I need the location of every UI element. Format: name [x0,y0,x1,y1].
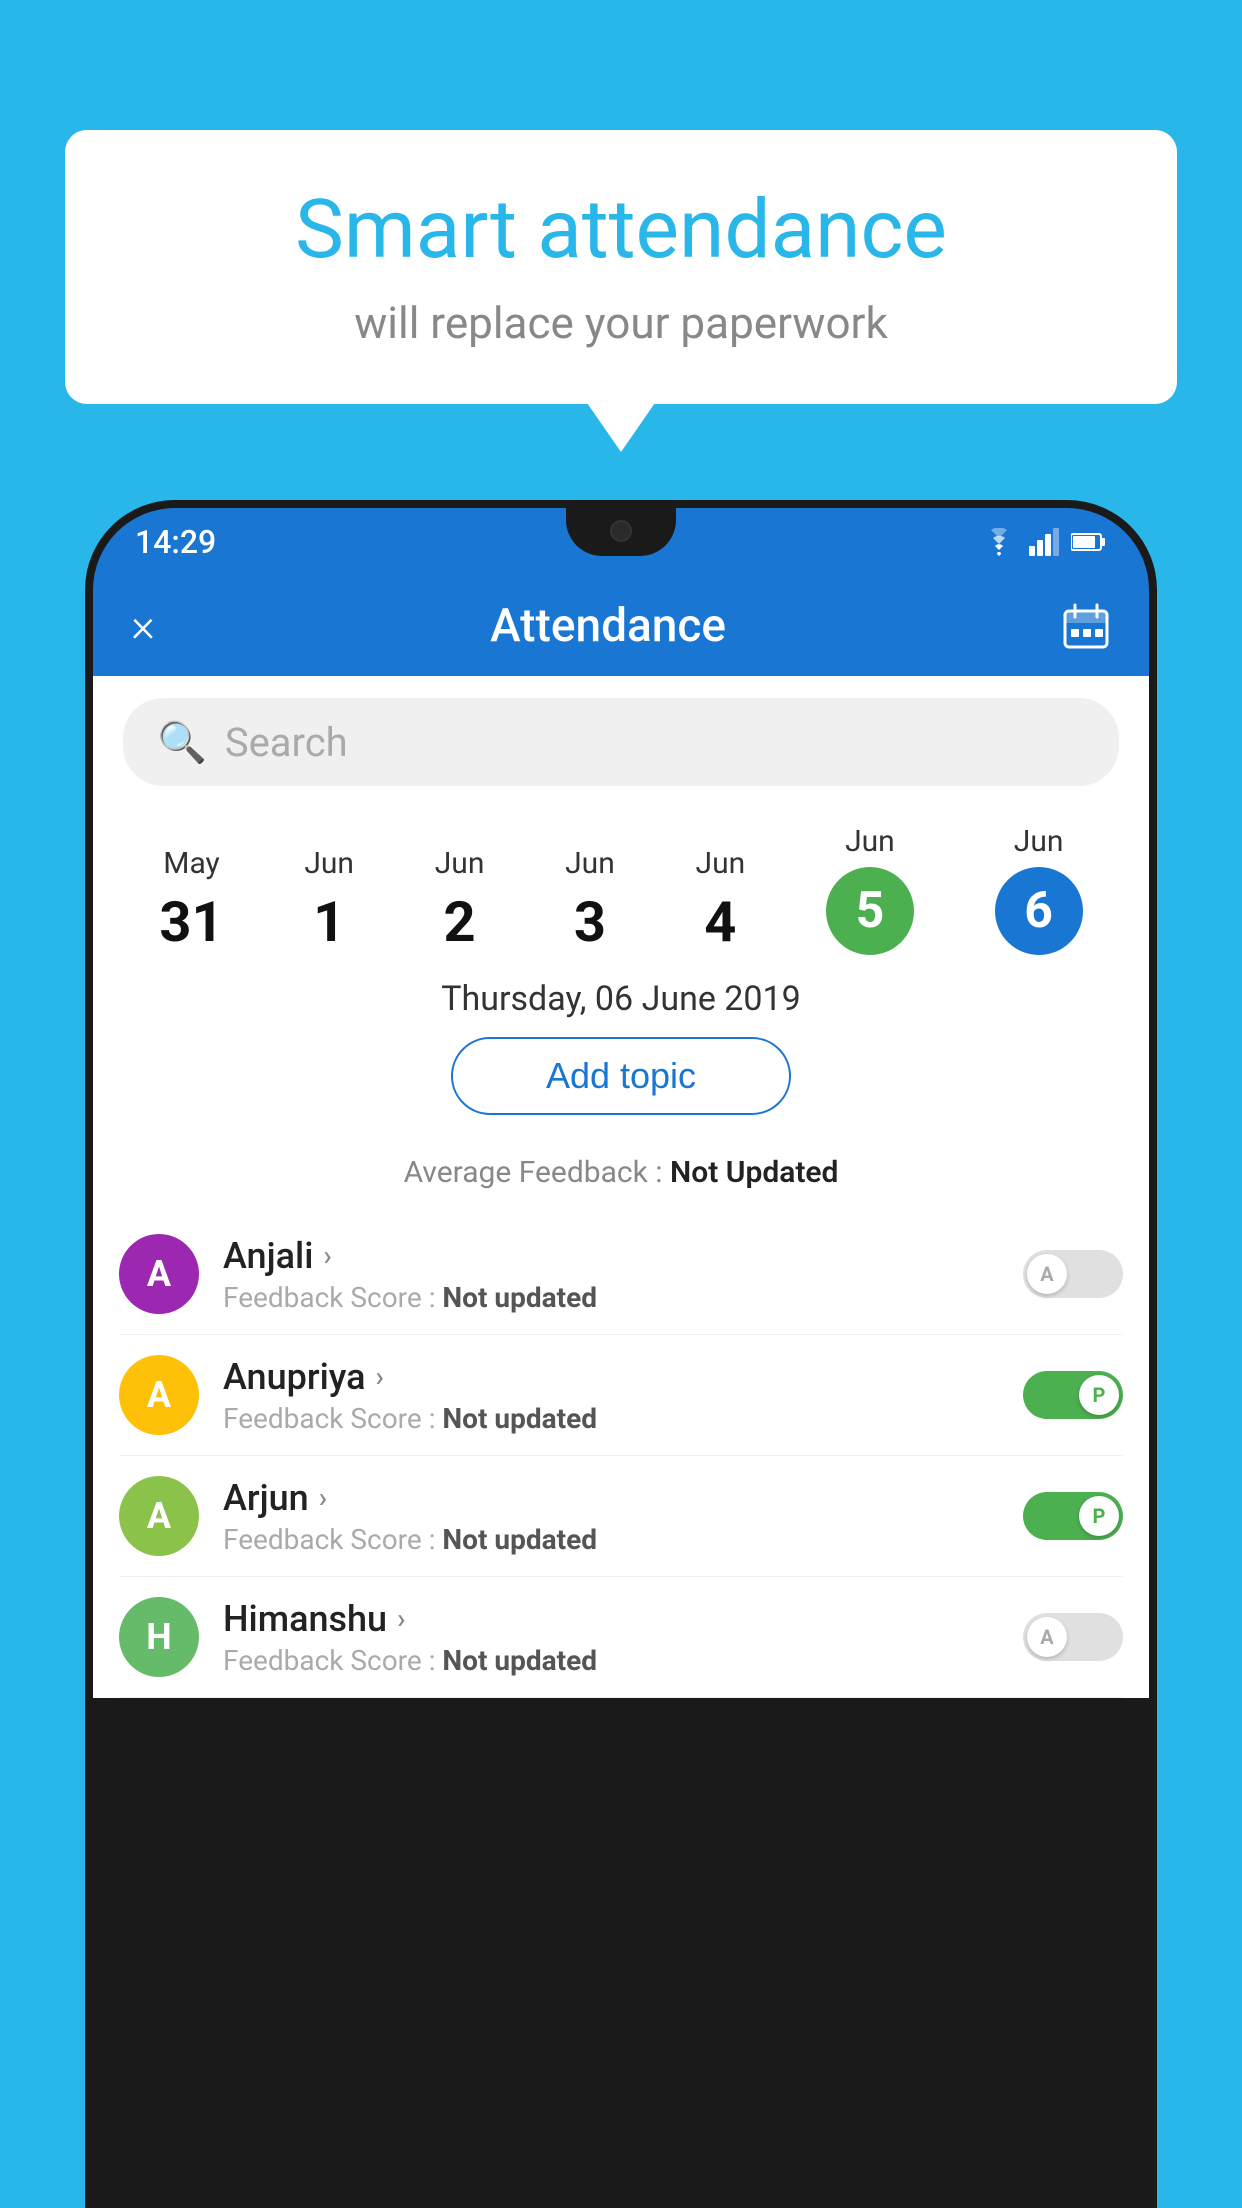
date-day: 5 [856,882,885,940]
student-list: A Anjali › Feedback Score : Not updated … [93,1214,1149,1698]
feedback-label: Average Feedback : [404,1155,663,1190]
student-name: Arjun › [223,1477,999,1519]
chevron-right-icon: › [319,1481,327,1514]
list-item[interactable]: A Anupriya › Feedback Score : Not update… [119,1335,1123,1456]
calendar-icon[interactable] [1061,601,1111,651]
page-title: Attendance [490,599,726,653]
student-feedback: Feedback Score : Not updated [223,1644,999,1677]
date-month: Jun [696,846,746,881]
avatar: H [119,1597,199,1677]
date-item-jun6[interactable]: Jun 6 [995,824,1083,955]
phone-inner: 14:29 [93,508,1149,2208]
search-icon: 🔍 [157,719,207,766]
chevron-right-icon: › [323,1239,331,1272]
app-header: × Attendance [93,576,1149,676]
date-row: May 31 Jun 1 Jun 2 Jun 3 Jun 4 [93,808,1149,955]
date-month: Jun [304,846,354,881]
attendance-toggle[interactable]: P [1023,1492,1123,1540]
date-day: 2 [444,889,476,955]
date-month: Jun [1014,824,1064,859]
date-month: Jun [845,824,895,859]
date-day: 1 [313,889,345,955]
chevron-right-icon: › [397,1602,405,1635]
student-feedback: Feedback Score : Not updated [223,1281,999,1314]
list-item[interactable]: A Arjun › Feedback Score : Not updated P [119,1456,1123,1577]
list-item[interactable]: H Himanshu › Feedback Score : Not update… [119,1577,1123,1698]
attendance-toggle[interactable]: A [1023,1613,1123,1661]
date-month: Jun [565,846,615,881]
attendance-toggle[interactable]: A [1023,1250,1123,1298]
status-icons [981,528,1107,556]
date-item-jun3[interactable]: Jun 3 [565,846,615,955]
avatar: A [119,1476,199,1556]
search-bar[interactable]: 🔍 Search [123,698,1119,786]
selected-date-label: Thursday, 06 June 2019 [93,979,1149,1019]
chevron-right-icon: › [376,1360,384,1393]
date-item-jun2[interactable]: Jun 2 [435,846,485,955]
phone-frame: 14:29 [85,500,1157,2208]
speech-bubble-title: Smart attendance [125,185,1117,275]
feedback-value: Not Updated [670,1155,838,1190]
battery-icon [1071,531,1107,553]
student-info: Arjun › Feedback Score : Not updated [223,1477,999,1556]
student-info: Anupriya › Feedback Score : Not updated [223,1356,999,1435]
date-month: May [163,846,219,881]
date-item-may31[interactable]: May 31 [159,846,223,955]
date-month: Jun [435,846,485,881]
avatar: A [119,1355,199,1435]
date-day: 6 [1024,882,1053,940]
student-info: Himanshu › Feedback Score : Not updated [223,1598,999,1677]
date-item-jun4[interactable]: Jun 4 [696,846,746,955]
student-feedback: Feedback Score : Not updated [223,1402,999,1435]
date-item-jun1[interactable]: Jun 1 [304,846,354,955]
wifi-icon [981,528,1017,556]
date-day: 31 [159,889,223,955]
avatar: A [119,1234,199,1314]
speech-bubble: Smart attendance will replace your paper… [65,130,1177,404]
screen-content: 🔍 Search May 31 Jun 1 Jun 2 Jun [93,676,1149,1698]
student-name: Himanshu › [223,1598,999,1640]
notch [566,508,676,556]
close-button[interactable]: × [131,599,155,653]
notch-camera [610,520,632,542]
date-day: 4 [704,889,736,955]
list-item[interactable]: A Anjali › Feedback Score : Not updated … [119,1214,1123,1335]
date-day: 3 [574,889,606,955]
signal-icon [1029,528,1059,556]
speech-bubble-container: Smart attendance will replace your paper… [65,130,1177,404]
average-feedback: Average Feedback : Not Updated [93,1155,1149,1190]
student-feedback: Feedback Score : Not updated [223,1523,999,1556]
speech-bubble-subtitle: will replace your paperwork [125,297,1117,349]
add-topic-button[interactable]: Add topic [451,1037,791,1115]
student-name: Anjali › [223,1235,999,1277]
attendance-toggle[interactable]: P [1023,1371,1123,1419]
search-input[interactable]: Search [225,719,348,766]
student-info: Anjali › Feedback Score : Not updated [223,1235,999,1314]
date-item-jun5[interactable]: Jun 5 [826,824,914,955]
status-bar: 14:29 [93,508,1149,576]
student-name: Anupriya › [223,1356,999,1398]
status-time: 14:29 [135,523,216,561]
